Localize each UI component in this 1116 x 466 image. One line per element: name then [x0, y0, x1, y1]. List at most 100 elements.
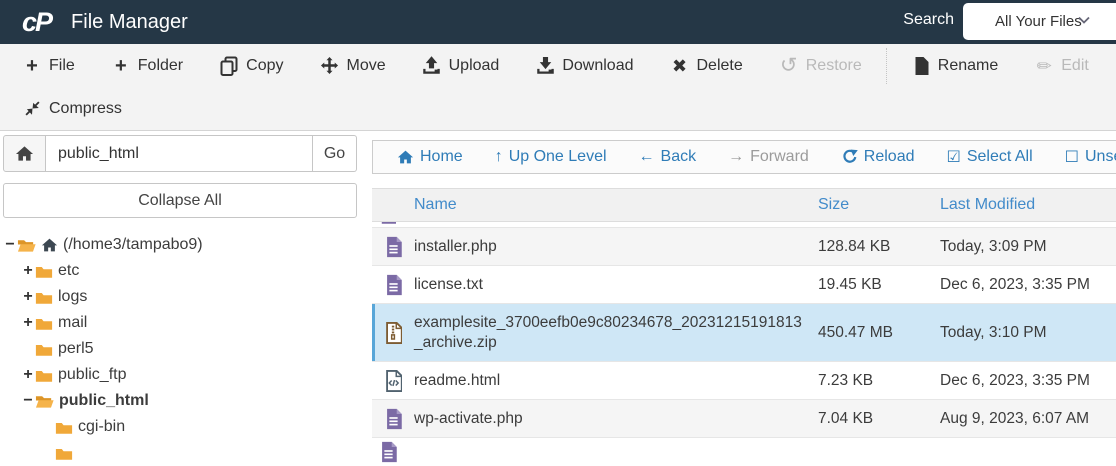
edit-button[interactable]: ✏ Edit — [1020, 56, 1103, 76]
tree-item-root[interactable]: − (/home3/tampabo9) — [3, 232, 357, 258]
tree-item-logs[interactable]: + logs — [3, 284, 357, 310]
folder-icon — [35, 316, 53, 331]
file-row-readme-html[interactable]: readme.html 7.23 KB Dec 6, 2023, 3:35 PM — [372, 362, 1116, 400]
file-modified: Dec 6, 2023, 3:35 PM — [940, 275, 1090, 293]
nav-unselect-all-button[interactable]: ☐ Unselect All — [1065, 147, 1116, 167]
nav-label: Back — [660, 148, 697, 165]
move-icon — [320, 56, 340, 76]
file-icon — [382, 441, 397, 463]
tree-item-perl5[interactable]: perl5 — [3, 336, 357, 362]
download-icon — [535, 56, 555, 76]
plus-icon: + — [114, 54, 127, 77]
nav-back-button[interactable]: ← Back — [639, 148, 697, 166]
directory-tree: − (/home3/tampabo9) + etc + logs + mail … — [3, 232, 357, 466]
toolbar-label: Delete — [696, 56, 743, 74]
expand-toggle[interactable]: + — [21, 314, 35, 332]
expand-toggle[interactable]: + — [21, 366, 35, 384]
nav-label: Reload — [863, 148, 915, 165]
file-row-wp-activate-php[interactable]: wp-activate.php 7.04 KB Aug 9, 2023, 6:0… — [372, 400, 1116, 438]
toolbar: + File + Folder Copy Move Upload Downloa… — [0, 44, 1116, 131]
file-row-license-txt[interactable]: license.txt 19.45 KB Dec 6, 2023, 3:35 P… — [372, 266, 1116, 304]
pencil-icon: ✏ — [1036, 55, 1052, 76]
tree-label: logs — [58, 288, 88, 305]
compress-button[interactable]: Compress — [8, 99, 136, 119]
toolbar-row-1: + File + Folder Copy Move Upload Downloa… — [0, 44, 1116, 87]
collapse-toggle[interactable]: − — [21, 392, 35, 410]
column-header-last-modified[interactable]: Last Modified — [940, 196, 1116, 214]
nav-select-all-button[interactable]: ☑ Select All — [947, 147, 1033, 167]
folder-button[interactable]: + Folder — [97, 56, 197, 76]
nav-label: Up One Level — [508, 148, 607, 165]
column-header-size[interactable]: Size — [818, 196, 940, 214]
folder-icon — [35, 342, 53, 357]
nav-home-button[interactable]: Home — [397, 148, 463, 166]
arrow-left-icon: ← — [638, 148, 655, 165]
collapse-all-button[interactable]: Collapse All — [3, 183, 357, 218]
file-button[interactable]: + File — [8, 56, 89, 76]
path-bar: Go — [3, 135, 357, 172]
home-button[interactable] — [3, 135, 46, 172]
download-button[interactable]: Download — [521, 56, 647, 76]
nav-up-one-level-button[interactable]: ↑ Up One Level — [495, 148, 607, 166]
tree-item-public-html[interactable]: − public_html — [3, 388, 357, 414]
page-title: File Manager — [71, 10, 188, 33]
tree-label: public_ftp — [58, 366, 127, 383]
delete-button[interactable]: ✖ Delete — [655, 56, 756, 76]
nav-label: Unselect All — [1085, 148, 1116, 165]
file-size: 7.04 KB — [818, 409, 874, 427]
rename-button[interactable]: Rename — [897, 56, 1012, 76]
expand-toggle[interactable]: + — [21, 288, 35, 306]
plus-icon: + — [26, 54, 38, 77]
nav-forward-button[interactable]: → Forward — [728, 148, 809, 166]
toolbar-label: Upload — [448, 56, 500, 74]
nav-label: Forward — [750, 148, 809, 165]
file-table: Name Size Last Modified installer.php 12… — [372, 188, 1116, 463]
file-name: license.txt — [414, 275, 483, 293]
nav-reload-button[interactable]: Reload — [841, 148, 915, 166]
home-icon — [41, 237, 58, 253]
file-list-pane: Home ↑ Up One Level ← Back → Forward Rel… — [372, 140, 1116, 463]
toolbar-label: Download — [562, 56, 634, 74]
file-list-navbar: Home ↑ Up One Level ← Back → Forward Rel… — [372, 140, 1116, 174]
file-row-installer-php[interactable]: installer.php 128.84 KB Today, 3:09 PM — [372, 228, 1116, 266]
copy-button[interactable]: Copy — [205, 56, 297, 76]
file-row-archive-zip-selected[interactable]: examplesite_3700eefb0e9c80234678_2023121… — [372, 304, 1116, 362]
column-header-name[interactable]: Name — [414, 196, 818, 214]
tree-item-cgi-bin[interactable]: cgi-bin — [3, 414, 357, 440]
path-input[interactable] — [46, 135, 313, 172]
tree-label: cgi-bin — [78, 418, 126, 435]
expand-toggle[interactable]: + — [21, 262, 35, 280]
tree-item-public-ftp[interactable]: + public_ftp — [3, 362, 357, 388]
toolbar-label: Compress — [49, 99, 122, 117]
document-icon — [911, 56, 931, 76]
compress-icon — [22, 99, 42, 119]
app-header: cP File Manager Search All Your Files — [0, 0, 1116, 44]
sidebar: Go Collapse All − (/home3/tampabo9) + et… — [3, 135, 357, 466]
go-button[interactable]: Go — [313, 135, 357, 172]
file-size: 450.47 MB — [818, 323, 893, 341]
folder-icon — [55, 446, 73, 461]
open-folder-icon — [17, 237, 36, 253]
folder-icon — [55, 420, 73, 435]
arrow-up-icon: ↑ — [494, 148, 503, 165]
html-editor-button[interactable]: HTML Editor — [1111, 56, 1116, 76]
search-scope-select[interactable]: All Your Files — [963, 3, 1116, 40]
file-size: 19.45 KB — [818, 275, 882, 293]
collapse-toggle[interactable]: − — [3, 236, 17, 254]
chevron-down-icon — [1078, 16, 1090, 24]
tree-label: (/home3/tampabo9) — [63, 236, 203, 253]
copy-icon — [219, 56, 239, 76]
restore-button[interactable]: ↺ Restore — [765, 55, 876, 76]
home-icon — [15, 146, 34, 161]
upload-button[interactable]: Upload — [408, 56, 514, 76]
tree-item-etc[interactable]: + etc — [3, 258, 357, 284]
move-button[interactable]: Move — [306, 56, 400, 76]
file-name: installer.php — [414, 237, 497, 255]
html-icon — [372, 369, 414, 392]
arrow-right-icon: → — [728, 148, 745, 165]
file-modified: Today, 3:09 PM — [940, 237, 1047, 255]
folder-icon — [35, 368, 53, 383]
tree-item-mail[interactable]: + mail — [3, 310, 357, 336]
toolbar-label: Edit — [1061, 56, 1089, 74]
tree-label: public_html — [59, 392, 149, 409]
